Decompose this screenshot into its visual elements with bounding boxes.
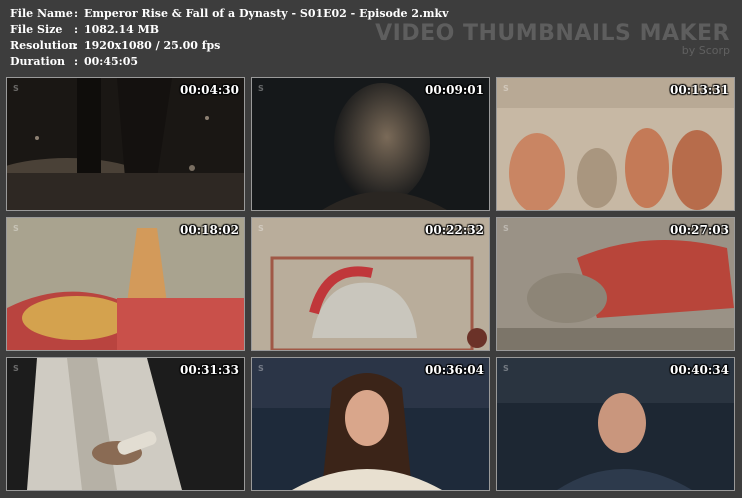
separator: : <box>74 23 79 36</box>
thumbnail-timestamp: 00:36:04 <box>425 363 484 377</box>
thumbnail-4[interactable]: S 00:18:02 <box>6 217 245 351</box>
thumbnail-badge: S <box>258 224 264 233</box>
thumbnail-timestamp: 00:18:02 <box>180 223 239 237</box>
thumbnail-image <box>7 358 244 490</box>
file-name-value: Emperor Rise & Fall of a Dynasty - S01E0… <box>84 7 449 20</box>
thumbnail-1[interactable]: S 00:04:30 <box>6 77 245 211</box>
resolution-label: Resolution <box>10 39 77 52</box>
separator: : <box>74 55 79 68</box>
file-size-label: File Size <box>10 23 63 36</box>
thumbnail-badge: S <box>503 364 509 373</box>
thumbnail-badge: S <box>13 224 19 233</box>
thumbnail-image <box>252 358 489 490</box>
thumbnail-image <box>497 218 734 350</box>
thumbnail-image <box>7 78 244 210</box>
thumbnail-image <box>252 78 489 210</box>
thumbnail-image <box>252 218 489 350</box>
thumbnail-2[interactable]: S 00:09:01 <box>251 77 490 211</box>
thumbnail-timestamp: 00:04:30 <box>180 83 239 97</box>
thumbnail-timestamp: 00:09:01 <box>425 83 484 97</box>
thumbnail-badge: S <box>258 84 264 93</box>
thumbnail-image <box>7 218 244 350</box>
separator: : <box>74 39 79 52</box>
thumbnail-timestamp: 00:22:32 <box>425 223 484 237</box>
thumbnail-8[interactable]: S 00:36:04 <box>251 357 490 491</box>
duration-label: Duration <box>10 55 66 68</box>
thumbnail-badge: S <box>258 364 264 373</box>
thumbnail-badge: S <box>13 364 19 373</box>
thumbnail-timestamp: 00:13:31 <box>670 83 729 97</box>
thumbnail-badge: S <box>503 84 509 93</box>
thumbnail-6[interactable]: S 00:27:03 <box>496 217 735 351</box>
thumbnail-badge: S <box>503 224 509 233</box>
thumbnail-image <box>497 78 734 210</box>
duration-value: 00:45:05 <box>84 55 139 68</box>
info-row-file-name: File Name : Emperor Rise & Fall of a Dyn… <box>10 6 449 22</box>
brand-watermark: VIDEO THUMBNAILS MAKER by Scorp <box>375 21 730 58</box>
thumbnail-7[interactable]: S 00:31:33 <box>6 357 245 491</box>
file-size-value: 1082.14 MB <box>84 23 160 36</box>
thumbnail-timestamp: 00:31:33 <box>180 363 239 377</box>
file-name-label: File Name <box>10 7 73 20</box>
resolution-value: 1920x1080 / 25.00 fps <box>84 39 221 52</box>
thumbnail-timestamp: 00:27:03 <box>670 223 729 237</box>
separator: : <box>74 7 79 20</box>
thumbnail-badge: S <box>13 84 19 93</box>
brand-title: VIDEO THUMBNAILS MAKER <box>375 21 730 46</box>
thumbnail-timestamp: 00:40:34 <box>670 363 729 377</box>
thumbnail-5[interactable]: S 00:22:32 <box>251 217 490 351</box>
thumbnail-9[interactable]: S 00:40:34 <box>496 357 735 491</box>
thumbnail-image <box>497 358 734 490</box>
thumbnail-3[interactable]: S 00:13:31 <box>496 77 735 211</box>
